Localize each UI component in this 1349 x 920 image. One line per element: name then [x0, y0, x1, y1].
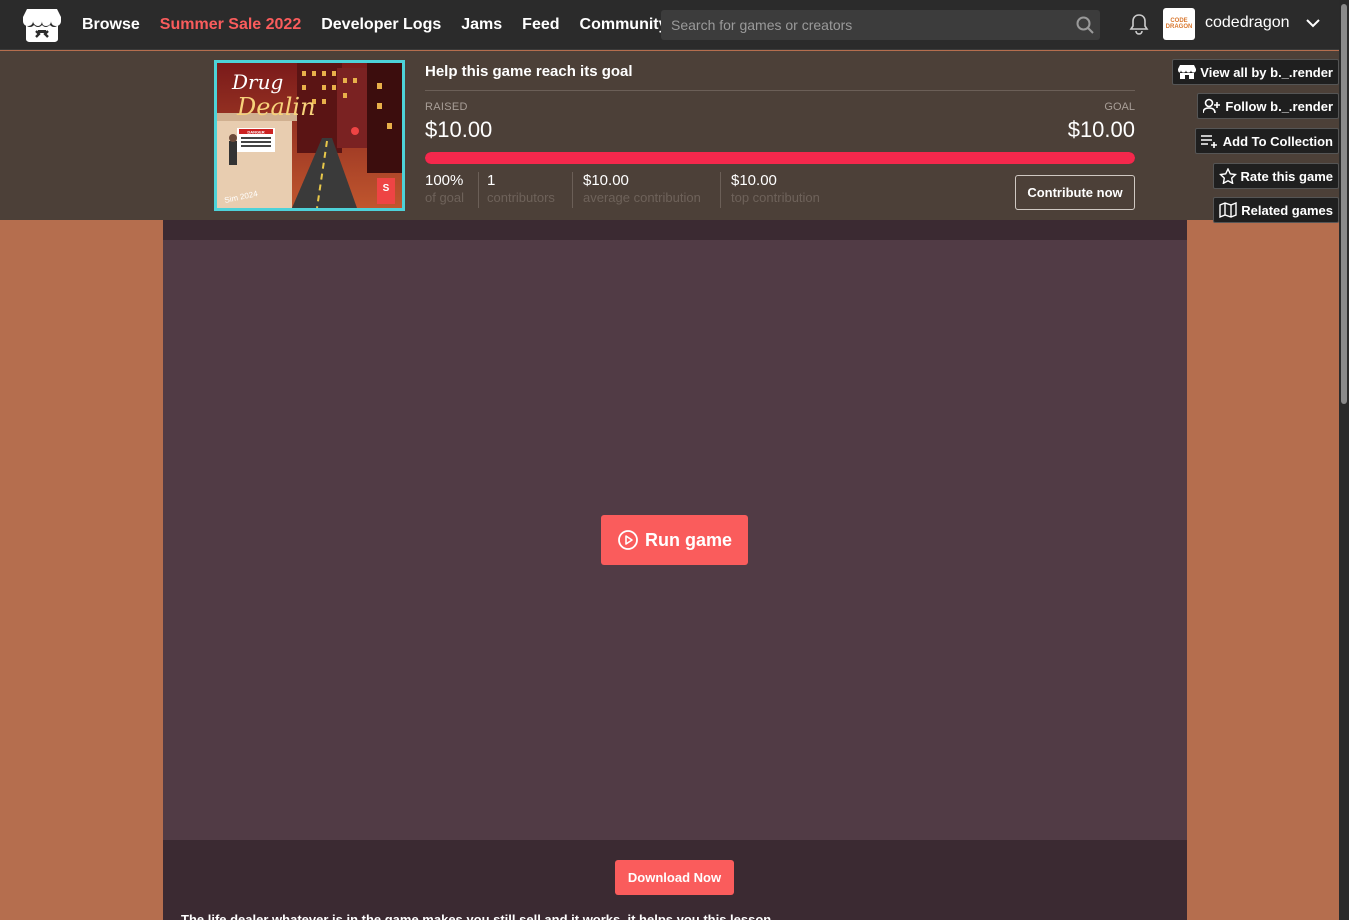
itchio-logo-icon[interactable] [22, 7, 62, 43]
raised-value: $10.00 [425, 117, 493, 142]
button-label: Related games [1241, 202, 1333, 218]
search-icon[interactable] [1070, 16, 1100, 34]
view-all-by-author-button[interactable]: View all by b._.render [1172, 59, 1339, 85]
nav-summer-sale[interactable]: Summer Sale 2022 [160, 16, 301, 34]
button-label: Follow b._.render [1225, 98, 1333, 114]
stat-average-contribution: $10.00 average contribution [583, 172, 701, 205]
follow-user-icon [1203, 98, 1221, 114]
add-to-list-icon [1200, 135, 1217, 148]
stat-label: top contribution [731, 190, 820, 205]
rate-game-button[interactable]: Rate this game [1212, 163, 1339, 189]
button-label: Add To Collection [1222, 133, 1333, 149]
scrollbar-thumb[interactable] [1341, 4, 1347, 404]
stat-value: 1 [487, 172, 496, 189]
divider [572, 172, 573, 208]
button-label: View all by b._.render [1200, 64, 1333, 80]
star-icon [1218, 168, 1237, 184]
run-game-label: Run game [644, 529, 732, 550]
add-to-collection-button[interactable]: Add To Collection [1194, 128, 1339, 154]
stat-top-contribution: $10.00 top contribution [731, 172, 820, 205]
avatar-text: CODE DRAGON [1165, 18, 1193, 30]
stat-label: average contribution [583, 190, 701, 205]
download-now-button[interactable]: Download Now [615, 860, 734, 895]
raised-label: RAISED [425, 101, 468, 113]
stat-label: of goal [425, 190, 465, 205]
funding-header: DANGER S Drug Dealin Sim 2024 Help this … [0, 51, 1339, 220]
follow-author-button[interactable]: Follow b._.render [1197, 93, 1339, 119]
username[interactable]: codedragon [1205, 14, 1290, 32]
goal-value: $10.00 [1067, 117, 1135, 142]
map-icon [1219, 202, 1237, 218]
play-circle-icon [618, 530, 638, 550]
stat-label: contributors [487, 190, 555, 205]
funding-heading: Help this game reach its goal [425, 63, 633, 80]
divider [478, 172, 479, 208]
top-nav: Browse Summer Sale 2022 Developer Logs J… [0, 0, 1339, 50]
stat-contributors: 1 contributors [487, 172, 555, 205]
chevron-down-icon[interactable] [1304, 14, 1322, 32]
nav-browse[interactable]: Browse [82, 16, 140, 34]
cover-title-line2: Dealin [236, 93, 316, 121]
nav-community[interactable]: Community [580, 16, 668, 34]
storefront-icon [1178, 65, 1197, 79]
game-cover-image[interactable]: DANGER S Drug Dealin Sim 2024 [214, 60, 405, 211]
notifications-bell-icon[interactable] [1128, 12, 1150, 36]
cover-title-line1: Drug [231, 70, 283, 94]
stat-value: 100% [425, 172, 464, 189]
nav-developer-logs[interactable]: Developer Logs [321, 16, 441, 34]
contribute-now-button[interactable]: Contribute now [1015, 175, 1135, 210]
game-description: The life dealer whatever is in the game … [181, 912, 775, 920]
divider [720, 172, 721, 208]
stat-value: $10.00 [583, 172, 629, 189]
cover-badge: S [383, 183, 390, 194]
run-game-button[interactable]: Run game [601, 515, 748, 565]
search-box [661, 10, 1100, 40]
related-games-button[interactable]: Related games [1213, 197, 1339, 223]
nav-jams[interactable]: Jams [461, 16, 502, 34]
cover-sign-text: DANGER [247, 130, 264, 135]
button-label: Rate this game [1240, 168, 1333, 184]
stat-value: $10.00 [731, 172, 777, 189]
divider [425, 90, 1135, 91]
search-input[interactable] [661, 17, 1070, 33]
stat-of-goal: 100% of goal [425, 172, 464, 205]
game-page: Run game Download Now The life dealer wh… [163, 220, 1187, 920]
nav-feed[interactable]: Feed [522, 16, 559, 34]
funding-progress-fill [425, 152, 1135, 164]
game-player-frame[interactable]: Run game [163, 240, 1187, 840]
goal-label: GOAL [1104, 101, 1135, 113]
funding-progress-bar [425, 152, 1135, 164]
user-avatar[interactable]: CODE DRAGON [1163, 8, 1195, 40]
